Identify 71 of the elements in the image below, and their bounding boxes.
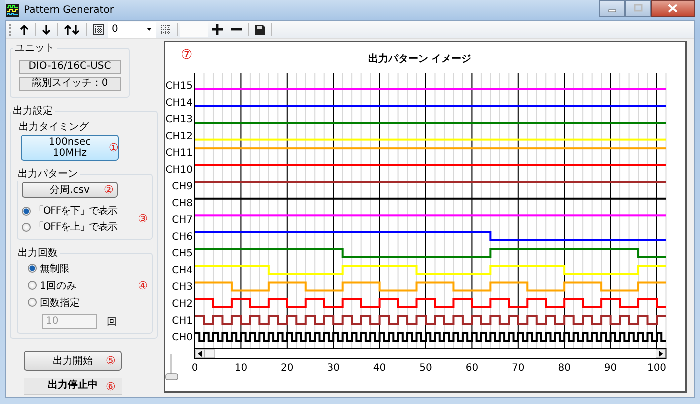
group-title: 出力回数 <box>17 246 59 260</box>
chart-title: 出力パターン イメージ <box>368 54 472 65</box>
horizontal-scrollbar[interactable] <box>194 348 667 360</box>
callout-number: ⑤ <box>106 356 116 366</box>
channel-label: CH12 <box>166 131 193 142</box>
channel-label: CH15 <box>166 81 193 92</box>
channel-label: CH2 <box>172 299 193 310</box>
down-arrow-icon <box>42 24 51 34</box>
axis-tick-label: 80 <box>558 363 571 374</box>
radio-label[interactable]: 無制限 <box>40 262 70 276</box>
close-icon <box>668 4 678 13</box>
callout-number: ④ <box>138 280 148 291</box>
count-dropdown[interactable]: 0 <box>108 22 156 38</box>
maximize-icon <box>634 4 642 13</box>
waveform-icon <box>6 4 19 16</box>
axis-tick-label: 0 <box>192 363 198 374</box>
radio-label[interactable]: 「OFFを上」で表示 <box>34 220 118 234</box>
radio-label[interactable]: 回数指定 <box>40 296 80 310</box>
radio-button[interactable] <box>28 281 37 290</box>
radio-label[interactable]: 1回のみ <box>40 278 76 292</box>
caret-icon <box>147 28 152 31</box>
callout-number: ⑦ <box>181 48 193 63</box>
channel-label: CH0 <box>172 332 193 344</box>
axis-tick-label: 20 <box>281 363 294 374</box>
channel-label: CH10 <box>166 164 193 176</box>
callout-number: ⑥ <box>106 381 116 392</box>
axis-tick-label: 90 <box>604 363 618 374</box>
callout-number: ③ <box>138 214 148 224</box>
radio-button[interactable] <box>22 222 31 232</box>
group-title: ユニット <box>14 42 56 55</box>
up-down-arrows-icon <box>64 24 80 34</box>
axis-tick-label: 10 <box>234 363 248 374</box>
channel-label: CH9 <box>172 182 193 193</box>
channel-label: CH7 <box>172 215 193 226</box>
switch-display: 識別スイッチ：0 <box>19 77 121 91</box>
plus-icon <box>212 24 223 35</box>
close-button[interactable] <box>651 0 695 17</box>
model-display: DIO-16/16C-USC <box>19 60 121 74</box>
channel-label: CH4 <box>172 265 193 276</box>
axis-tick-label: 70 <box>512 363 525 374</box>
channel-label: CH1 <box>172 316 193 327</box>
channel-label: CH13 <box>166 114 193 126</box>
timing-label: 出力タイミング <box>19 120 90 134</box>
axis-tick-label: 100 <box>647 363 667 374</box>
count-unit: 回 <box>107 316 117 328</box>
callout-number: ① <box>109 142 119 154</box>
radio-button[interactable] <box>28 264 37 273</box>
channel-label: CH3 <box>172 282 193 294</box>
dotted-grid-icon <box>160 24 171 35</box>
radio-button[interactable] <box>22 206 31 216</box>
axis-tick-label: 50 <box>420 363 432 374</box>
minimize-button[interactable] <box>599 0 625 17</box>
callout-number: ② <box>104 184 114 196</box>
up-arrow-icon <box>20 24 29 34</box>
group-title: 出力パターン <box>17 168 79 181</box>
radio-label[interactable]: 「OFFを下」で表示 <box>34 204 118 218</box>
axis-tick-label: 40 <box>373 363 386 374</box>
window-title: Pattern Generator <box>24 4 114 16</box>
axis-tick-label: 60 <box>466 363 479 374</box>
zoom-slider[interactable] <box>166 354 178 380</box>
radio-button[interactable] <box>28 298 37 307</box>
channel-label: CH11 <box>166 148 193 160</box>
channel-label: CH14 <box>166 98 193 109</box>
group-title: 出力設定 <box>12 104 54 118</box>
maximize-button[interactable] <box>625 0 651 17</box>
channel-label: CH6 <box>172 232 193 243</box>
channel-label: CH8 <box>172 198 193 210</box>
save-icon <box>255 24 265 34</box>
channel-label: CH5 <box>172 248 193 260</box>
grid-icon <box>93 24 104 35</box>
axis-tick-label: 30 <box>327 363 340 374</box>
